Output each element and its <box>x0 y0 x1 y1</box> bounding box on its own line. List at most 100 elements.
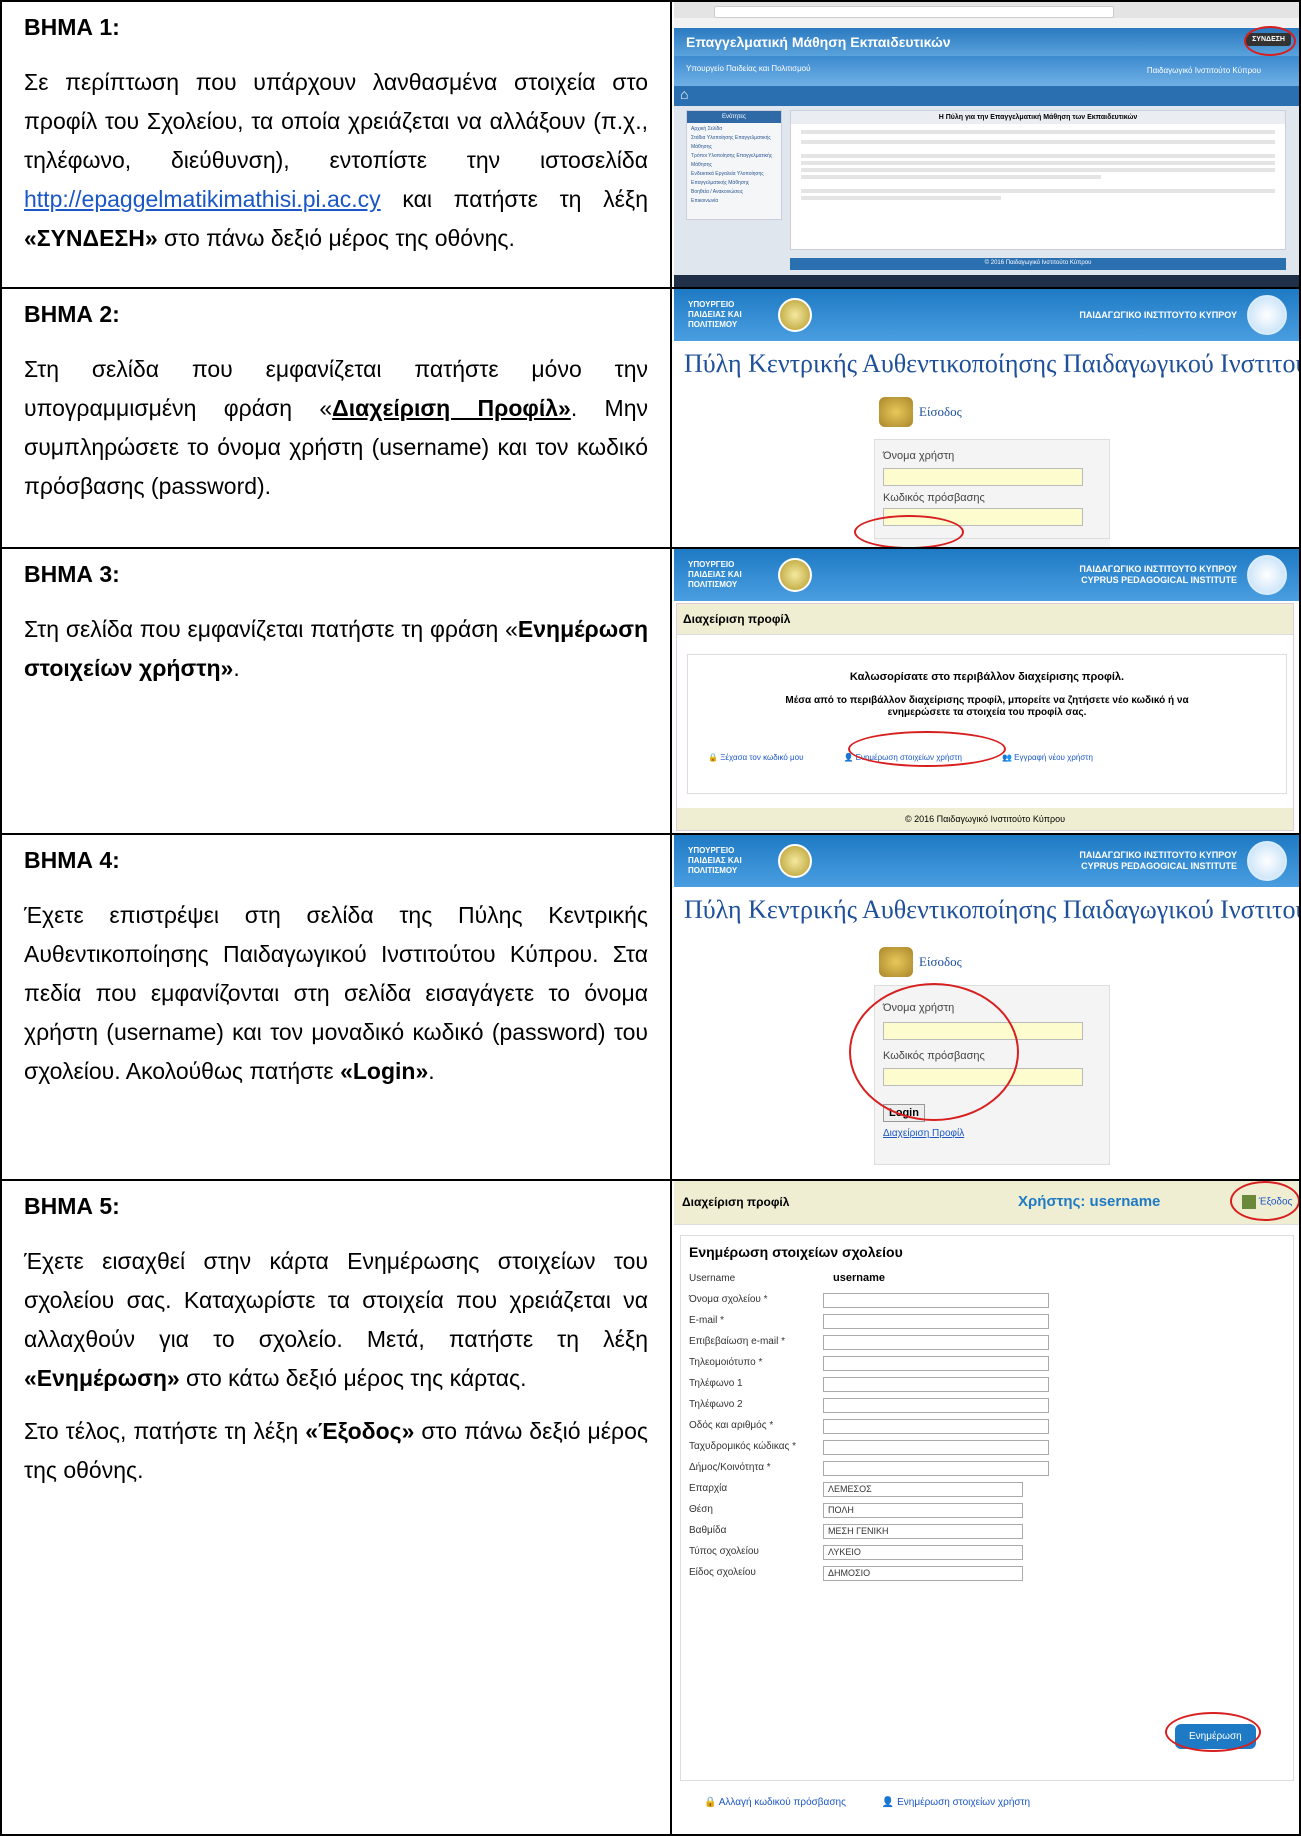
form-label: Είδος σχολείου <box>689 1567 756 1578</box>
step-4-title: ΒΗΜΑ 4: <box>24 847 120 873</box>
highlight-oval <box>1244 26 1296 56</box>
form-label: Οδός και αριθμός * <box>689 1420 774 1431</box>
register-user-link[interactable]: 👥 Εγγραφή νέου χρήστη <box>1002 753 1093 762</box>
step-row-1: ΒΗΜΑ 1: Σε περίπτωση που υπάρχουν λανθασ… <box>0 0 1301 289</box>
username-field[interactable] <box>883 468 1083 486</box>
form-input[interactable] <box>823 1398 1049 1413</box>
update-user-link[interactable]: 👤 Ενημέρωση στοιχείων χρήστη <box>882 1797 1030 1808</box>
form-input[interactable] <box>823 1377 1049 1392</box>
form-input[interactable] <box>823 1314 1049 1329</box>
cyprus-crest-icon <box>778 844 812 878</box>
form-select[interactable]: ΔΗΜΟΣΙΟ <box>823 1566 1023 1581</box>
step-row-4: ΒΗΜΑ 4: Έχετε επιστρέψει στη σελίδα της … <box>0 835 1301 1181</box>
step-3-screenshot: ΥΠΟΥΡΓΕΙΟ ΠΑΙΔΕΙΑΣ ΚΑΙ ΠΟΛΙΤΙΣΜΟΥ ΠΑΙΔΑΓ… <box>674 549 1299 833</box>
form-input[interactable] <box>823 1293 1049 1308</box>
form-select[interactable]: ΠΟΛΗ <box>823 1503 1023 1518</box>
portal-title: Πύλη Κεντρικής Αυθεντικοποίησης Παιδαγωγ… <box>684 349 1299 378</box>
step-3-text-cell: ΒΗΜΑ 3: Στη σελίδα που εμφανίζεται πατήσ… <box>2 549 672 833</box>
cyprus-crest-icon <box>778 298 812 332</box>
form-label: Τηλέφωνο 2 <box>689 1399 743 1410</box>
main-content: Η Πύλη για την Επαγγελματική Μάθηση των … <box>790 110 1286 250</box>
form-label: Θέση <box>689 1504 713 1515</box>
form-row: E-mail * <box>689 1312 1289 1333</box>
step-3-title: ΒΗΜΑ 3 <box>24 561 113 587</box>
form-row: Ταχυδρομικός κώδικας * <box>689 1438 1289 1459</box>
form-label: Username <box>689 1273 736 1284</box>
form-row: Όνομα σχολείου * <box>689 1291 1289 1312</box>
menu-item[interactable]: Στάδια Υλοποίησης Επαγγελματικής Μάθησης <box>691 134 777 152</box>
form-input[interactable] <box>823 1419 1049 1434</box>
profile-management-link[interactable]: Διαχείριση Προφίλ <box>883 1128 964 1139</box>
profile-top-bar: Διαχείριση προφίλ Χρήστης: username Έξοδ… <box>674 1181 1299 1225</box>
step-5-screenshot: Διαχείριση προφίλ Χρήστης: username Έξοδ… <box>674 1181 1299 1834</box>
step-5-title: ΒΗΜΑ 5: <box>24 1193 120 1219</box>
form-row: Τύπος σχολείου ΛΥΚΕΙΟ <box>689 1543 1289 1564</box>
browser-chrome <box>674 2 1299 28</box>
form-row: Επαρχία ΛΕΜΕΣΟΣ <box>689 1480 1289 1501</box>
taskbar <box>674 275 1299 287</box>
step-2-description: Στη σελίδα που εμφανίζεται πατήστε μόνο … <box>24 356 649 499</box>
user-icon: 👤 <box>881 1797 895 1808</box>
step-1-screenshot: Επαγγελματική Μάθηση Εκπαιδευτικών ΣΥΝΔΕ… <box>674 2 1299 287</box>
highlight-oval <box>849 983 1019 1121</box>
address-bar[interactable] <box>714 6 1114 18</box>
menu-item[interactable]: Ενδεικτικά Εργαλεία Υλοποίησης Επαγγελμα… <box>691 170 777 188</box>
portal-banner: ΥΠΟΥΡΓΕΙΟ ΠΑΙΔΕΙΑΣ ΚΑΙ ΠΟΛΙΤΙΣΜΟΥ ΠΑΙΔΑΓ… <box>674 835 1299 887</box>
menu-item[interactable]: Βοηθεία / Ανακοινώσεις <box>691 188 777 197</box>
home-bar: ⌂ <box>674 86 1299 106</box>
form-input[interactable] <box>823 1335 1049 1350</box>
form-label: Τηλέφωνο 1 <box>689 1378 743 1389</box>
site-link[interactable]: http://epaggelmatikimathisi.pi.ac.cy <box>24 186 381 212</box>
highlight-oval <box>1230 1181 1299 1221</box>
home-icon[interactable]: ⌂ <box>674 86 688 102</box>
highlight-oval <box>1165 1712 1261 1752</box>
portal-banner: ΥΠΟΥΡΓΕΙΟ ΠΑΙΔΕΙΑΣ ΚΑΙ ΠΟΛΙΤΙΣΜΟΥ ΠΑΙΔΑΓ… <box>674 549 1299 601</box>
school-update-form: Ενημέρωση στοιχείων σχολείου Username use… <box>680 1235 1294 1781</box>
change-password-link[interactable]: 🔒 Αλλαγή κωδικού πρόσβασης <box>704 1797 846 1808</box>
form-title: Ενημέρωση στοιχείων σχολείου <box>689 1244 903 1260</box>
form-input[interactable] <box>823 1440 1049 1455</box>
site-title: Επαγγελματική Μάθηση Εκπαιδευτικών <box>686 34 951 50</box>
form-input[interactable] <box>823 1356 1049 1371</box>
form-select[interactable]: ΛΥΚΕΙΟ <box>823 1545 1023 1560</box>
form-label: E-mail * <box>689 1315 725 1326</box>
current-user: Χρήστης: username <box>1018 1193 1161 1210</box>
side-menu: Ενότητες Αρχική Σελίδα Στάδια Υλοποίησης… <box>686 110 782 220</box>
keys-icon <box>879 397 913 427</box>
highlight-oval <box>854 515 964 547</box>
pi-logo-icon <box>1247 295 1287 335</box>
site-banner: Επαγγελματική Μάθηση Εκπαιδευτικών ΣΥΝΔΕ… <box>674 28 1299 56</box>
step-5-text-cell: ΒΗΜΑ 5: Έχετε εισαχθεί στην κάρτα Ενημέρ… <box>2 1181 672 1834</box>
step-2-screenshot: ΥΠΟΥΡΓΕΙΟ ΠΑΙΔΕΙΑΣ ΚΑΙ ΠΟΛΙΤΙΣΜΟΥ ΠΑΙΔΑΓ… <box>674 289 1299 547</box>
step-row-3: ΒΗΜΑ 3: Στη σελίδα που εμφανίζεται πατήσ… <box>0 549 1301 835</box>
step-5-exit-note: Στο τέλος, πατήστε τη λέξη «Έξοδος» στο … <box>24 1418 648 1483</box>
form-row: Τηλέφωνο 2 <box>689 1396 1289 1417</box>
form-input[interactable] <box>823 1461 1049 1476</box>
form-select[interactable]: ΛΕΜΕΣΟΣ <box>823 1482 1023 1497</box>
form-select[interactable]: ΜΕΣΗ ΓΕΝΙΚΗ <box>823 1524 1023 1539</box>
form-row: Τηλεομοιότυπο * <box>689 1354 1289 1375</box>
menu-item[interactable]: Επικοινωνία <box>691 197 777 206</box>
step-4-description: Έχετε επιστρέψει στη σελίδα της Πύλης Κε… <box>24 902 648 1084</box>
form-row: Δήμος/Κοινότητα * <box>689 1459 1289 1480</box>
menu-item[interactable]: Τρόποι Υλοποίησης Επαγγελματικής Μάθησης <box>691 152 777 170</box>
menu-item[interactable]: Αρχική Σελίδα <box>691 125 777 134</box>
form-label: Επιβεβαίωση e-mail * <box>689 1336 785 1347</box>
forgot-password-link[interactable]: 🔒 Ξέχασα τον κωδικό μου <box>708 753 803 762</box>
form-row: Βαθμίδα ΜΕΣΗ ΓΕΝΙΚΗ <box>689 1522 1289 1543</box>
profile-header: Διαχείριση προφίλ <box>677 604 1293 635</box>
step-1-title: ΒΗΜΑ 1 <box>24 14 113 40</box>
keys-icon <box>879 947 913 977</box>
username-value: username <box>833 1272 885 1284</box>
instruction-document: ΒΗΜΑ 1: Σε περίπτωση που υπάρχουν λανθασ… <box>0 0 1301 1836</box>
step-2-title: ΒΗΜΑ 2 <box>24 301 113 327</box>
step-5-description: Έχετε εισαχθεί στην κάρτα Ενημέρωσης στο… <box>24 1248 648 1391</box>
form-row: Οδός και αριθμός * <box>689 1417 1289 1438</box>
step-2-text-cell: ΒΗΜΑ 2: Στη σελίδα που εμφανίζεται πατήσ… <box>2 289 672 547</box>
form-row: Είδος σχολείου ΔΗΜΟΣΙΟ <box>689 1564 1289 1585</box>
bookmarks-bar <box>674 18 1299 28</box>
portal-banner: ΥΠΟΥΡΓΕΙΟ ΠΑΙΔΕΙΑΣ ΚΑΙ ΠΟΛΙΤΙΣΜΟΥ ΠΑΙΔΑΓ… <box>674 289 1299 341</box>
step-4-text-cell: ΒΗΜΑ 4: Έχετε επιστρέψει στη σελίδα της … <box>2 835 672 1179</box>
step-1-text-cell: ΒΗΜΑ 1: Σε περίπτωση που υπάρχουν λανθασ… <box>2 2 672 287</box>
form-row: Username username <box>689 1270 1289 1291</box>
